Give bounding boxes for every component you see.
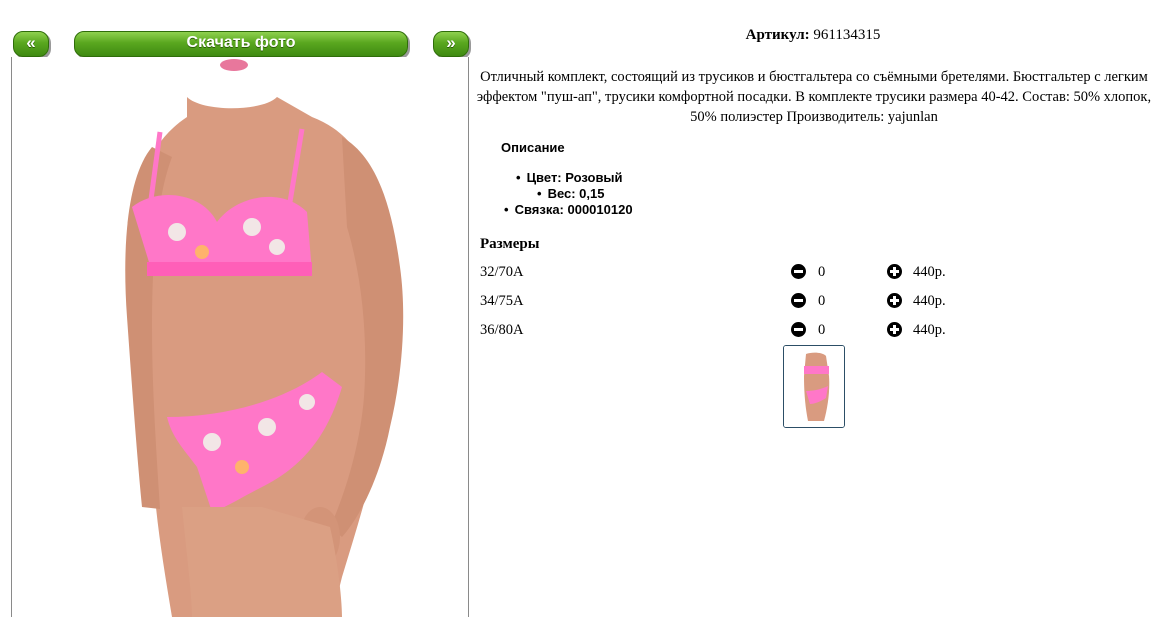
quantity-value: 0 <box>818 264 826 280</box>
size-row: 34/75A 0 440р. <box>480 291 1160 313</box>
decrease-quantity-icon[interactable] <box>791 264 806 279</box>
size-label: 36/80A <box>480 322 524 338</box>
article-number: Артикул: 961134315 <box>480 27 1146 44</box>
next-photo-button[interactable]: » <box>433 31 469 57</box>
product-thumbnail[interactable] <box>783 345 845 428</box>
price: 440р. <box>913 293 946 309</box>
price: 440р. <box>913 322 946 338</box>
sizes-title: Размеры <box>480 236 540 252</box>
size-label: 32/70A <box>480 264 524 280</box>
increase-quantity-icon[interactable] <box>887 293 902 308</box>
spec-color: Цвет: Розовый <box>516 170 623 185</box>
prev-photo-button[interactable]: « <box>13 31 49 57</box>
article-label: Артикул: <box>745 27 810 43</box>
specs-title: Описание <box>501 140 565 155</box>
increase-quantity-icon[interactable] <box>887 264 902 279</box>
size-row: 36/80A 0 440р. <box>480 320 1160 342</box>
product-photo <box>125 59 404 617</box>
product-description: Отличный комплект, состоящий из трусиков… <box>476 69 1152 125</box>
size-label: 34/75A <box>480 293 524 309</box>
quantity-value: 0 <box>818 293 826 309</box>
spec-weight: Вес: 0,15 <box>537 186 605 201</box>
article-value: 961134315 <box>813 27 881 43</box>
decrease-quantity-icon[interactable] <box>791 322 806 337</box>
download-photo-button[interactable]: Скачать фото <box>74 31 408 57</box>
decrease-quantity-icon[interactable] <box>791 293 806 308</box>
thumbnail-image <box>784 346 844 427</box>
price: 440р. <box>913 264 946 280</box>
size-row: 32/70A 0 440р. <box>480 262 1160 284</box>
quantity-value: 0 <box>818 322 826 338</box>
spec-bundle: Связка: 000010120 <box>504 202 633 217</box>
increase-quantity-icon[interactable] <box>887 322 902 337</box>
product-photo-frame <box>11 57 469 617</box>
